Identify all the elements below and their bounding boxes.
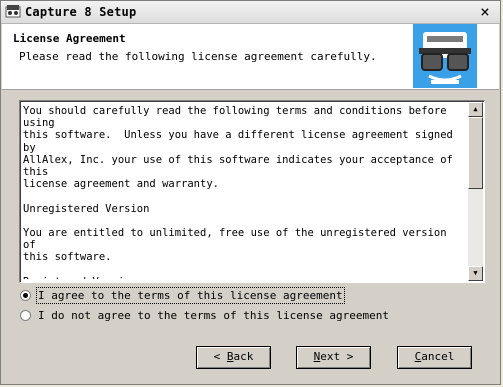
- setup-window: Capture 8 Setup × License Agreement Plea…: [0, 0, 501, 385]
- cancel-button[interactable]: Cancel: [397, 346, 472, 369]
- cancel-label-rest: ancel: [421, 350, 455, 363]
- back-button[interactable]: < Back: [196, 346, 271, 369]
- agree-radio[interactable]: [20, 290, 31, 301]
- wizard-content: You should carefully read the following …: [2, 90, 499, 384]
- glasses-monitor-logo-icon: [413, 24, 477, 88]
- wizard-header: License Agreement Please read the follow…: [2, 24, 499, 90]
- back-accel: B: [226, 350, 234, 363]
- capture-app-icon: [5, 5, 21, 18]
- disagree-label[interactable]: I do not agree to the terms of this lice…: [38, 309, 389, 322]
- disagree-radio[interactable]: [20, 310, 31, 321]
- window-title: Capture 8 Setup: [25, 5, 137, 19]
- agree-option[interactable]: I agree to the terms of this license agr…: [20, 287, 345, 304]
- title-bar[interactable]: Capture 8 Setup ×: [1, 1, 500, 24]
- close-button[interactable]: ×: [476, 3, 494, 20]
- scroll-up-button[interactable]: ▲: [468, 102, 483, 117]
- page-title: License Agreement: [13, 32, 126, 45]
- disagree-option[interactable]: I do not agree to the terms of this lice…: [20, 309, 389, 322]
- close-icon: ×: [480, 2, 490, 21]
- scroll-down-button[interactable]: ▼: [468, 266, 483, 281]
- license-scrollbar[interactable]: ▲ ▼: [468, 102, 483, 281]
- scroll-thumb[interactable]: [468, 117, 483, 189]
- license-text: You should carefully read the following …: [23, 105, 453, 279]
- arrow-up-icon: ▲: [473, 105, 478, 113]
- license-text-box[interactable]: You should carefully read the following …: [19, 100, 485, 283]
- next-button[interactable]: Next >: [296, 346, 371, 369]
- back-arrow: <: [213, 350, 227, 363]
- page-subtitle: Please read the following license agreem…: [19, 50, 377, 63]
- next-label-rest: ext >: [320, 350, 354, 363]
- agree-label[interactable]: I agree to the terms of this license agr…: [36, 287, 345, 304]
- back-label-rest: ack: [233, 350, 254, 363]
- arrow-down-icon: ▼: [473, 269, 478, 277]
